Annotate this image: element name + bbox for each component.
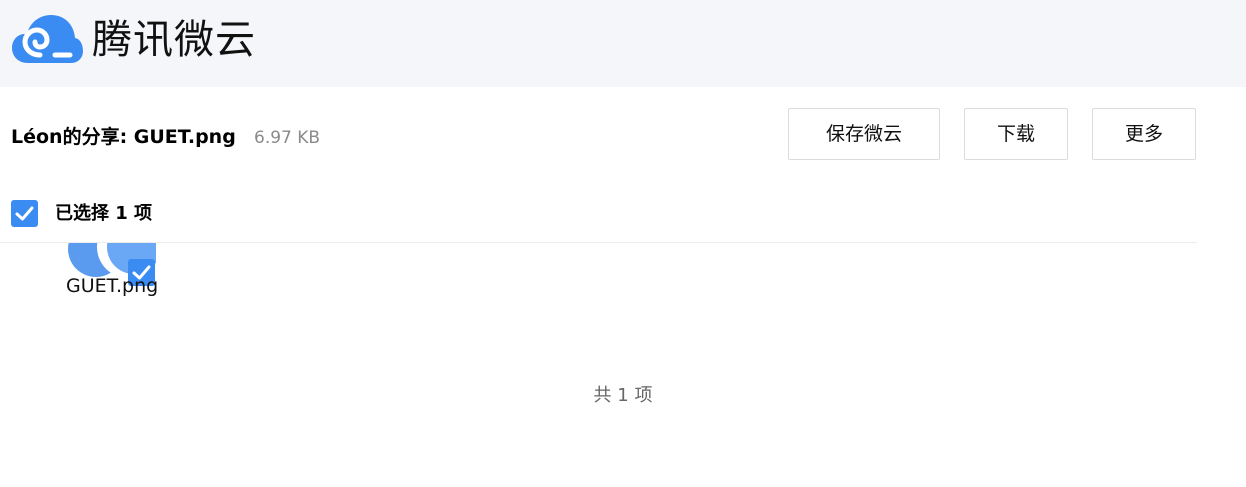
cloud-logo-icon[interactable]: [10, 13, 85, 66]
checkmark-icon: [15, 206, 34, 221]
selection-count: 已选择 1 项: [55, 203, 153, 224]
file-item[interactable]: GUET.png: [62, 243, 162, 301]
file-name[interactable]: GUET.png: [66, 273, 158, 299]
save-to-weiyun-button[interactable]: 保存微云: [788, 108, 940, 160]
file-size: 6.97 KB: [254, 128, 321, 148]
more-button[interactable]: 更多: [1092, 108, 1196, 160]
divider: [0, 242, 1197, 243]
app-name[interactable]: 腾讯微云: [92, 15, 256, 65]
header-bar: 腾讯微云: [0, 0, 1246, 87]
download-button[interactable]: 下载: [964, 108, 1068, 160]
total-count: 共 1 项: [593, 385, 653, 406]
select-all-checkbox[interactable]: [11, 200, 38, 227]
share-title: Léon的分享: GUET.png: [11, 126, 236, 148]
